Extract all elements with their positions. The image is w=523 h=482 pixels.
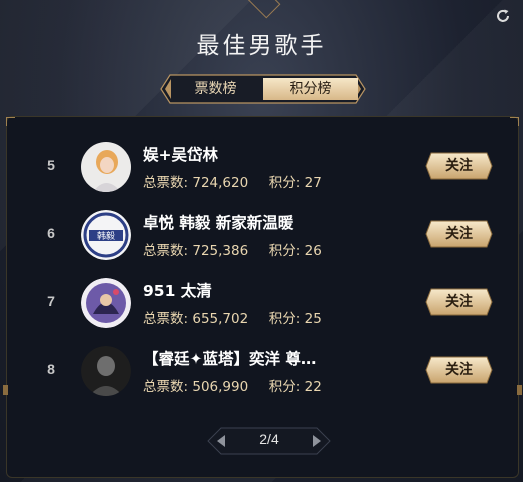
list-item: 6 韩毅 卓悦 韩毅 新家新温暖 总票数: 725,386 积分: 26 关注 — [7, 205, 518, 265]
avatar[interactable]: 韩毅 — [81, 210, 131, 260]
follow-button[interactable]: 关注 — [425, 220, 493, 248]
vote-count: 506,990 — [192, 379, 249, 395]
rank-number: 8 — [47, 361, 55, 377]
avatar[interactable] — [81, 278, 131, 328]
points-count: 25 — [304, 311, 322, 327]
singer-name: 【睿廷✦蓝塔】奕洋 尊… — [143, 350, 317, 368]
chevron-left-icon[interactable] — [211, 431, 233, 451]
tab-points[interactable]: 积分榜 — [263, 78, 358, 100]
singer-name: 951 太清 — [143, 282, 212, 300]
tab-votes[interactable]: 票数榜 — [168, 78, 263, 100]
list-item: 5 娱+吴岱林 总票数: 724,620 积分: 27 关注 — [7, 137, 518, 197]
points-count: 22 — [304, 379, 322, 395]
pagination: 2/4 — [207, 427, 331, 455]
page-indicator: 2/4 — [259, 431, 279, 447]
vote-count: 724,620 — [192, 175, 249, 191]
singer-stats: 总票数: 655,702 积分: 25 — [143, 311, 322, 327]
avatar[interactable] — [81, 142, 131, 192]
tab-bar: 票数榜 积分榜 — [160, 74, 366, 104]
singer-stats: 总票数: 725,386 积分: 26 — [143, 243, 322, 259]
follow-button[interactable]: 关注 — [425, 356, 493, 384]
chevron-right-icon[interactable] — [305, 431, 327, 451]
list-item: 8 【睿廷✦蓝塔】奕洋 尊… 总票数: 506,990 积分: 22 关注 — [7, 341, 518, 401]
refresh-icon[interactable] — [495, 8, 511, 24]
svg-text:韩毅: 韩毅 — [97, 230, 115, 242]
vote-count: 655,702 — [192, 311, 249, 327]
follow-button[interactable]: 关注 — [425, 152, 493, 180]
rank-number: 7 — [47, 293, 55, 309]
points-count: 26 — [304, 243, 322, 259]
singer-stats: 总票数: 506,990 积分: 22 — [143, 379, 322, 395]
avatar[interactable] — [81, 346, 131, 396]
singer-name: 娱+吴岱林 — [143, 146, 218, 164]
rank-number: 5 — [47, 157, 55, 173]
ranking-panel: 5 娱+吴岱林 总票数: 724,620 积分: 27 关注 6 韩毅 卓悦 韩… — [3, 116, 522, 478]
follow-button[interactable]: 关注 — [425, 288, 493, 316]
singer-name: 卓悦 韩毅 新家新温暖 — [143, 214, 294, 232]
rank-number: 6 — [47, 225, 55, 241]
points-count: 27 — [304, 175, 322, 191]
vote-count: 725,386 — [192, 243, 249, 259]
list-item: 7 951 太清 总票数: 655,702 积分: 25 关注 — [7, 273, 518, 333]
singer-stats: 总票数: 724,620 积分: 27 — [143, 175, 322, 191]
page-title: 最佳男歌手 — [196, 33, 327, 59]
